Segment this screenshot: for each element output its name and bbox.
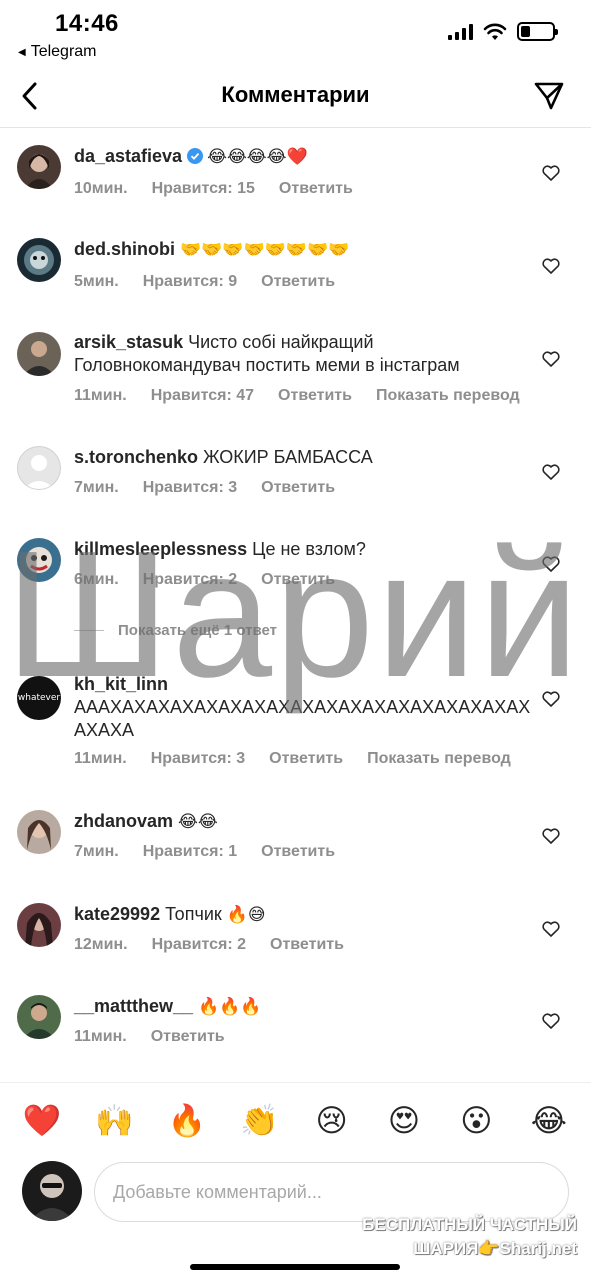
- comment-time: 7мин.: [74, 479, 119, 496]
- comment-emoji: 🔥😅: [226, 905, 266, 925]
- my-avatar[interactable]: [22, 1161, 82, 1221]
- comment-time: 10мин.: [74, 180, 128, 197]
- comment-time: 7мин.: [74, 843, 119, 860]
- reaction-heart-button[interactable]: ❤️: [20, 1099, 64, 1143]
- share-button[interactable]: [531, 78, 567, 114]
- reply-button[interactable]: Ответить: [261, 479, 335, 497]
- comment-text: АААХАХАХАХАХАХАХАХАХАХАХАХАХАХАХАХАХАХАХ…: [74, 697, 531, 740]
- comment-likes[interactable]: Нравится: 1: [143, 843, 237, 861]
- heart-outline-icon[interactable]: [541, 554, 561, 574]
- comment-likes[interactable]: Нравится: 9: [143, 273, 237, 291]
- comment-likes[interactable]: Нравится: 47: [151, 387, 254, 405]
- show-translation-button[interactable]: Показать перевод: [367, 750, 511, 768]
- watermark-line-1: БЕСПЛАТНЫЙ ЧАСТНЫЙ: [362, 1215, 577, 1234]
- reply-button[interactable]: Ответить: [261, 843, 335, 861]
- heart-outline-icon[interactable]: [541, 1011, 561, 1031]
- heart-outline-icon[interactable]: [541, 256, 561, 276]
- comment-likes[interactable]: Нравится: 3: [151, 750, 245, 768]
- avatar[interactable]: [17, 810, 61, 854]
- comment-time: 11мин.: [74, 1028, 127, 1045]
- comment-text: Топчик: [165, 904, 222, 924]
- reaction-heart-eyes-button[interactable]: 😍: [382, 1099, 426, 1143]
- show-more-replies-label: Показать ещё 1 ответ: [118, 622, 277, 639]
- comment-likes[interactable]: Нравится: 2: [143, 571, 237, 589]
- status-icons: [448, 22, 558, 41]
- reply-button[interactable]: Ответить: [270, 936, 344, 954]
- comment-time: 6мин.: [74, 571, 119, 588]
- reaction-raised-hands-button[interactable]: 🙌: [93, 1099, 137, 1143]
- back-triangle-icon: ◀: [18, 46, 26, 58]
- divider: [74, 630, 104, 631]
- comment-username[interactable]: kh_kit_linn: [74, 674, 168, 694]
- heart-outline-icon[interactable]: [541, 163, 561, 183]
- back-to-app-link[interactable]: ◀ Telegram: [18, 43, 97, 61]
- comment-emoji: 😂😂😂😂❤️: [207, 147, 308, 167]
- back-app-label: Telegram: [30, 43, 97, 60]
- comment-time: 11мин.: [74, 387, 127, 404]
- heart-outline-icon[interactable]: [541, 826, 561, 846]
- reply-button[interactable]: Ответить: [269, 750, 343, 768]
- avatar[interactable]: [17, 538, 61, 582]
- comment-username[interactable]: __mattthew__: [74, 996, 193, 1016]
- comment-username[interactable]: da_astafieva: [74, 146, 182, 166]
- comment-username[interactable]: arsik_stasuk: [74, 332, 183, 352]
- comment-username[interactable]: s.toronchenko: [74, 447, 198, 467]
- avatar[interactable]: [17, 995, 61, 1039]
- avatar[interactable]: whatever: [17, 676, 61, 720]
- watermark-badge: БЕСПЛАТНЫЙ ЧАСТНЫЙ ШАРИЯ👉Sharij.net: [362, 1213, 577, 1261]
- comment-emoji: 😂😂: [178, 812, 218, 832]
- reaction-laughing-button[interactable]: 😂: [527, 1099, 571, 1143]
- comment-text: Це не взлом?: [252, 539, 366, 559]
- reaction-crying-button[interactable]: 😢: [310, 1099, 354, 1143]
- avatar[interactable]: [17, 446, 61, 490]
- comment-text: ЖОКИР БАМБАССА: [203, 447, 373, 467]
- header: Комментарии: [0, 66, 591, 128]
- page-title: Комментарии: [221, 82, 370, 107]
- paper-plane-icon: [534, 82, 564, 110]
- comment-time: 5мин.: [74, 273, 119, 290]
- cellular-signal-icon: [448, 23, 473, 40]
- reply-button[interactable]: Ответить: [151, 1028, 225, 1046]
- comment-username[interactable]: zhdanovam: [74, 811, 173, 831]
- verified-badge-icon: [187, 148, 204, 164]
- reply-button[interactable]: Ответить: [278, 387, 352, 405]
- heart-outline-icon[interactable]: [541, 689, 561, 709]
- wifi-icon: [483, 23, 507, 40]
- show-translation-button[interactable]: Показать перевод: [376, 387, 520, 405]
- avatar[interactable]: [17, 903, 61, 947]
- comment-username[interactable]: kate29992: [74, 904, 160, 924]
- comment-emoji: 🤝🤝🤝🤝🤝🤝🤝🤝: [180, 240, 350, 260]
- avatar[interactable]: [17, 332, 61, 376]
- comment-username[interactable]: ded.shinobi: [74, 239, 175, 259]
- status-bar: 14:46 ◀ Telegram: [0, 0, 591, 66]
- reaction-clap-button[interactable]: 👏: [237, 1099, 281, 1143]
- battery-icon: [517, 22, 558, 41]
- show-more-replies-button[interactable]: Показать ещё 1 ответ: [74, 622, 277, 639]
- comment-time: 12мин.: [74, 936, 128, 953]
- avatar-text: whatever: [17, 693, 61, 703]
- comment-likes[interactable]: Нравится: 3: [143, 479, 237, 497]
- watermark-line-2: ШАРИЯ👉Sharij.net: [413, 1239, 577, 1258]
- heart-outline-icon[interactable]: [541, 462, 561, 482]
- avatar[interactable]: [17, 145, 61, 189]
- quick-reactions-bar: ❤️ 🙌 🔥 👏 😢 😍 😮 😂: [0, 1082, 591, 1158]
- home-indicator: [190, 1264, 400, 1270]
- comment-likes[interactable]: Нравится: 15: [152, 180, 255, 198]
- reply-button[interactable]: Ответить: [279, 180, 353, 198]
- comment-emoji: 🔥🔥🔥: [198, 997, 262, 1017]
- comment-username[interactable]: killmesleeplessness: [74, 539, 247, 559]
- heart-outline-icon[interactable]: [541, 349, 561, 369]
- avatar[interactable]: [17, 238, 61, 282]
- reaction-surprised-button[interactable]: 😮: [454, 1099, 498, 1143]
- heart-outline-icon[interactable]: [541, 919, 561, 939]
- reply-button[interactable]: Ответить: [261, 273, 335, 291]
- reaction-fire-button[interactable]: 🔥: [165, 1099, 209, 1143]
- reply-button[interactable]: Ответить: [261, 571, 335, 589]
- comment-time: 11мин.: [74, 750, 127, 767]
- status-time: 14:46: [55, 10, 119, 37]
- comment-likes[interactable]: Нравится: 2: [152, 936, 246, 954]
